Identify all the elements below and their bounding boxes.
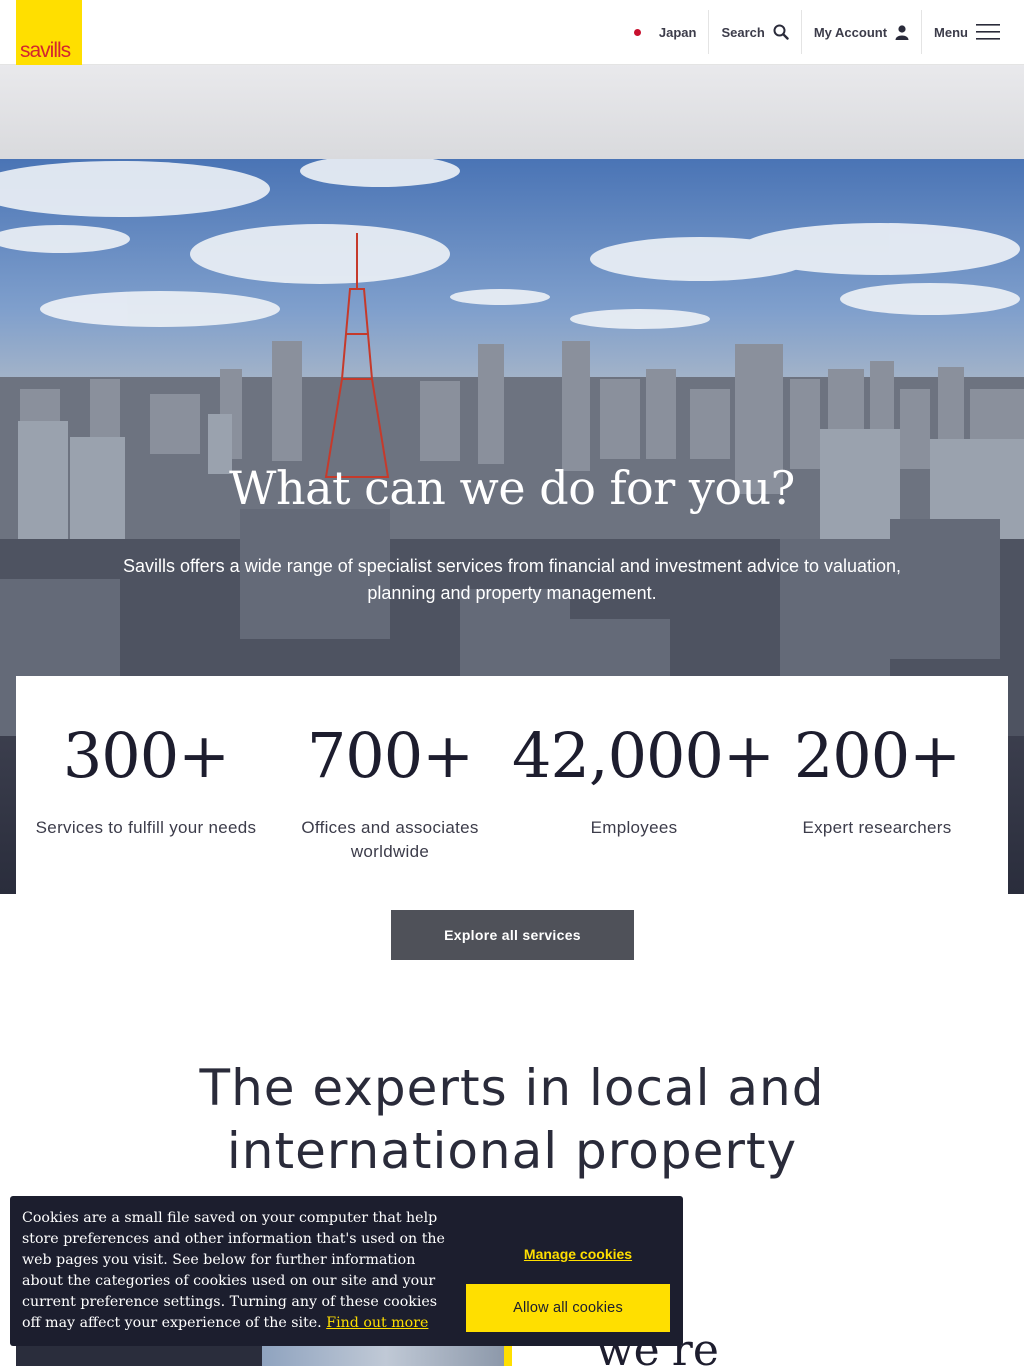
stat-value: 700+ [306,719,474,792]
stat-label: Services to fulfill your needs [35,818,257,837]
manage-cookies-link[interactable]: Manage cookies [476,1246,680,1262]
stat-label: Expert researchers [802,818,952,837]
bottom-dark-block [16,1346,262,1366]
hero-subtitle: Savills offers a wide range of specialis… [122,556,902,603]
stat-researchers: 200+ Expert researchers [755,718,999,840]
stats-panel: 300+ Services to fulfill your needs 700+… [16,676,1008,894]
savills-logo[interactable]: savills [16,0,82,65]
stat-value: 200+ [793,719,961,792]
search-label: Search [721,24,765,40]
find-out-more-link[interactable]: Find out more [326,1315,428,1331]
region-selector[interactable]: Japan [622,10,709,54]
region-label: Japan [658,24,697,40]
stat-offices: 700+ Offices and associates worldwide [268,718,512,864]
top-nav: Japan Search My Account Menu [622,10,1012,54]
stat-value: 42,000+ [512,719,775,792]
menu-label: Menu [934,24,968,40]
stat-employees: 42,000+ Employees [512,718,775,840]
tokyo-skyline-image [0,159,1024,736]
experts-heading: The experts in local and international p… [199,1059,825,1180]
hamburger-icon [976,23,1000,41]
grey-band [0,65,1024,159]
my-account-button[interactable]: My Account [800,10,921,54]
stat-label: Employees [590,818,678,837]
stat-label: Offices and associates worldwide [301,818,479,861]
cookie-text: Cookies are a small file saved on your c… [22,1210,445,1331]
site-header: savills Japan Search My Account Menu [0,0,1024,65]
user-icon [895,24,909,40]
search-icon [773,24,789,40]
account-label: My Account [813,24,888,40]
explore-all-services-button[interactable]: Explore all services [391,910,634,960]
search-button[interactable]: Search [708,10,800,54]
allow-all-cookies-button[interactable]: Allow all cookies [466,1284,670,1332]
stat-services: 300+ Services to fulfill your needs [24,718,268,840]
cookie-banner: Cookies are a small file saved on your c… [10,1196,683,1346]
hero-title: What can we do for you? [229,461,795,515]
japan-flag-icon [633,28,641,36]
stat-value: 300+ [62,719,230,792]
cookie-message: Cookies are a small file saved on your c… [22,1208,452,1334]
menu-button[interactable]: Menu [921,10,1012,54]
hero-banner: What can we do for you? Savills offers a… [0,159,1024,736]
logo-text: savills [20,39,71,62]
